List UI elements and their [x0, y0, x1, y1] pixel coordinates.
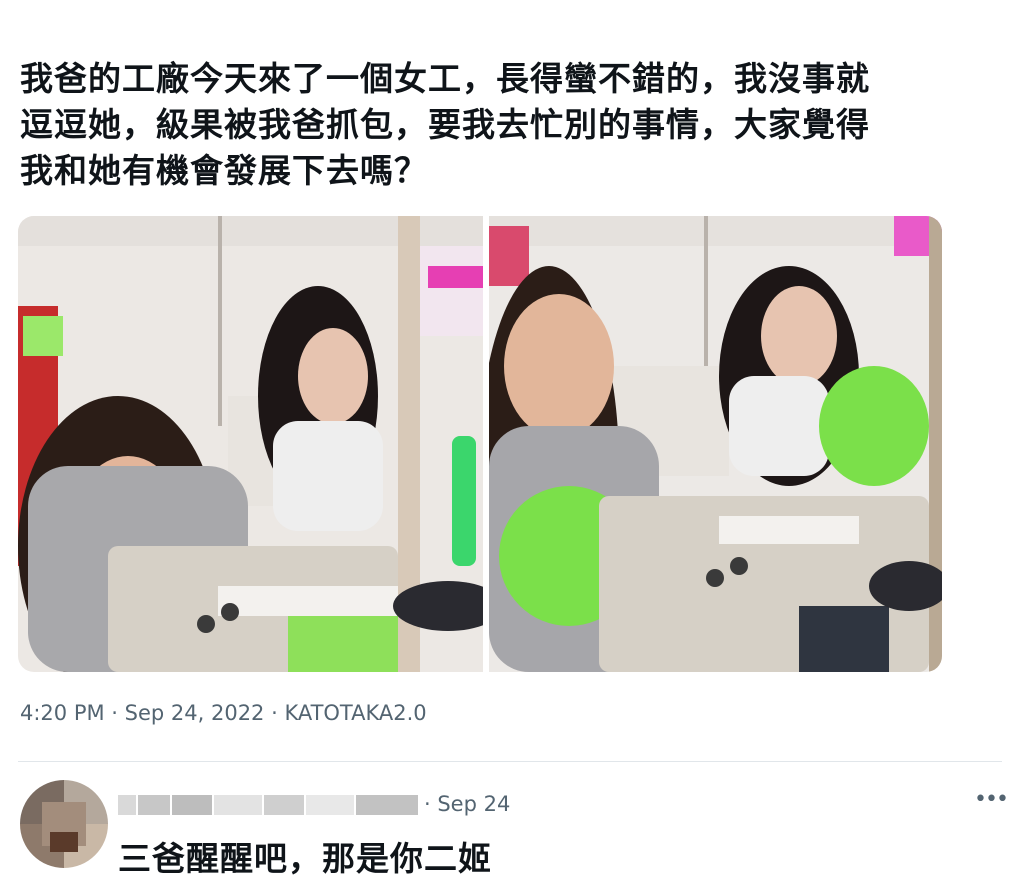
divider: [18, 761, 1002, 762]
reply-author-name-blurred[interactable]: [118, 795, 418, 815]
tweet-text-line: 我爸的工廠今天來了一個女工，長得蠻不錯的，我沒事就: [20, 59, 870, 98]
more-horizontal-icon[interactable]: •••: [974, 789, 1009, 811]
avatar[interactable]: [20, 780, 108, 868]
factory-photo-left[interactable]: [18, 216, 483, 672]
tweet-text-line: 逗逗她，級果被我爸抓包，要我去忙別的事情，大家覺得: [20, 105, 870, 144]
tweet-text-line: 我和她有機會發展下去嗎？: [20, 151, 428, 190]
tweet-media[interactable]: [18, 216, 942, 672]
tweet-text: 我爸的工廠今天來了一個女工，長得蠻不錯的，我沒事就 逗逗她，級果被我爸抓包，要我…: [20, 56, 980, 194]
reply-date[interactable]: · Sep 24: [424, 792, 510, 816]
factory-photo-right[interactable]: [489, 216, 942, 672]
reply-text: 三爸醒醒吧，那是你二姬: [118, 839, 492, 878]
tweet-meta: 4:20 PM · Sep 24, 2022 · KATOTAKA2.0: [20, 701, 427, 725]
